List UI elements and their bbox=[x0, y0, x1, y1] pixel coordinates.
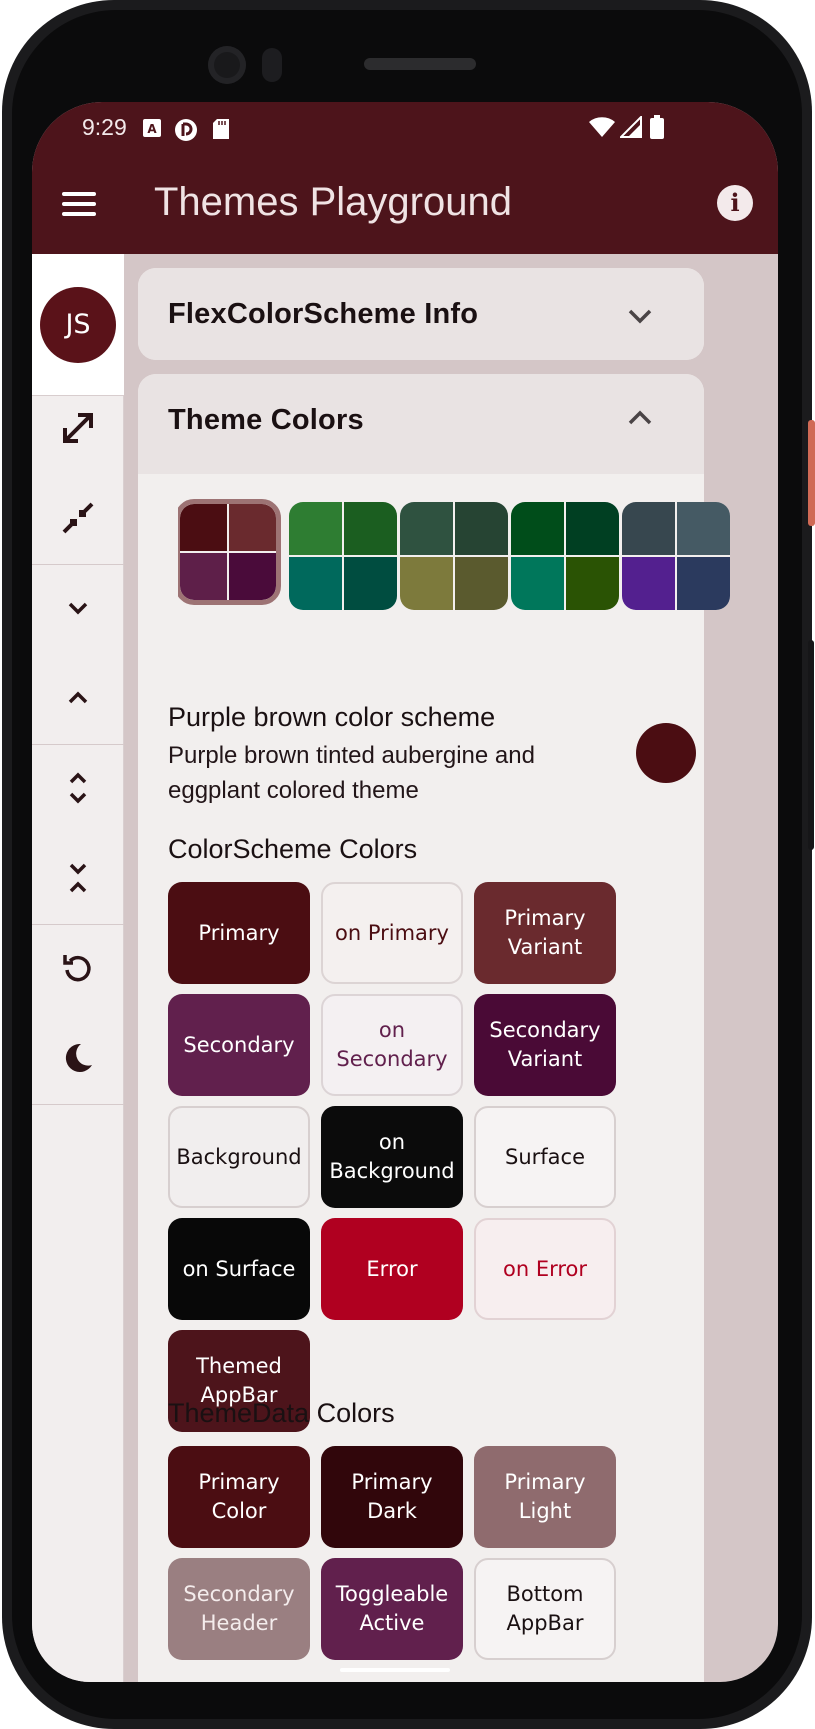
colorscheme-tile-on-primary[interactable]: on Primary bbox=[321, 882, 463, 984]
swatch-quadrant bbox=[677, 557, 730, 610]
swatch-quadrant bbox=[344, 502, 397, 555]
rail-header: JS bbox=[32, 254, 124, 396]
themedata-tile-primary-color[interactable]: Primary Color bbox=[168, 1446, 310, 1548]
info-panel-title: FlexColorScheme Info bbox=[168, 298, 479, 330]
expand-all-button[interactable] bbox=[32, 379, 124, 477]
unfold-more-button[interactable] bbox=[32, 739, 124, 837]
navigation-rail: JS bbox=[32, 254, 124, 1682]
themedata-section-title: ThemeData Colors bbox=[168, 1398, 395, 1428]
colorscheme-tile-on-error[interactable]: on Error bbox=[474, 1218, 616, 1320]
chevron-down-icon[interactable] bbox=[626, 302, 654, 330]
collapse-all-icon bbox=[62, 502, 94, 534]
top-app-bar: 9:29 A Themes Playground i bbox=[32, 102, 778, 254]
swatch-quadrant bbox=[289, 502, 342, 555]
swatch-quadrant bbox=[511, 502, 564, 555]
swatch-quadrant bbox=[180, 553, 227, 600]
proximity-sensor bbox=[262, 48, 282, 82]
themedata-tile-bottom-appbar[interactable]: Bottom AppBar bbox=[474, 1558, 616, 1660]
swatch-quadrant bbox=[622, 502, 675, 555]
reset-button[interactable] bbox=[32, 919, 124, 1017]
earpiece-speaker bbox=[364, 58, 476, 70]
chevron-up-icon bbox=[68, 691, 88, 704]
swatch-quadrant bbox=[455, 502, 508, 555]
swatch-quadrant bbox=[566, 502, 619, 555]
scheme-description: Purple brown tinted aubergine and eggpla… bbox=[168, 742, 535, 804]
dark-mode-icon bbox=[65, 1043, 92, 1072]
sd-card-icon bbox=[213, 119, 229, 139]
scheme-swatch[interactable] bbox=[289, 502, 397, 610]
collapse-next-button[interactable] bbox=[32, 559, 124, 657]
front-camera bbox=[208, 46, 246, 84]
swatch-quadrant bbox=[180, 504, 227, 551]
theme-colors-title: Theme Colors bbox=[168, 404, 364, 436]
home-indicator[interactable] bbox=[340, 1668, 450, 1672]
colorscheme-section-title: ColorScheme Colors bbox=[168, 834, 418, 864]
themedata-tile-primary-dark[interactable]: Primary Dark bbox=[321, 1446, 463, 1548]
scheme-swatch[interactable] bbox=[622, 502, 730, 610]
scheme-swatch[interactable] bbox=[400, 502, 508, 610]
colorscheme-tile-on-background[interactable]: on Background bbox=[321, 1106, 463, 1208]
colorscheme-tile-primary[interactable]: Primary bbox=[168, 882, 310, 984]
themedata-tile-toggleable-active[interactable]: Toggleable Active bbox=[321, 1558, 463, 1660]
chevron-up-icon[interactable] bbox=[626, 404, 654, 432]
wifi-icon bbox=[589, 117, 615, 137]
avatar[interactable]: JS bbox=[40, 287, 116, 363]
colorscheme-tile-on-surface[interactable]: on Surface bbox=[168, 1218, 310, 1320]
colorscheme-tile-on-secondary[interactable]: on Secondary bbox=[321, 994, 463, 1096]
unfold-less-button[interactable] bbox=[32, 829, 124, 927]
reset-icon bbox=[63, 955, 91, 982]
colorscheme-tile-secondary[interactable]: Secondary bbox=[168, 994, 310, 1096]
collapse-all-button[interactable] bbox=[32, 469, 124, 567]
status-time: 9:29 bbox=[82, 114, 127, 140]
chevron-down-icon bbox=[68, 602, 88, 615]
dark-mode-button[interactable] bbox=[32, 1009, 124, 1107]
daydream-icon bbox=[175, 119, 197, 141]
themedata-tile-primary-light[interactable]: Primary Light bbox=[474, 1446, 616, 1548]
swatch-quadrant bbox=[455, 557, 508, 610]
scheme-color-indicator bbox=[636, 723, 696, 783]
swatch-quadrant bbox=[677, 502, 730, 555]
swatch-quadrant bbox=[344, 557, 397, 610]
unfold-more-icon bbox=[69, 772, 87, 804]
unfold-less-icon bbox=[69, 863, 87, 893]
colorscheme-tile-secondary-variant[interactable]: Secondary Variant bbox=[474, 994, 616, 1096]
svg-text:A: A bbox=[147, 122, 157, 136]
battery-icon bbox=[650, 115, 664, 139]
info-icon[interactable]: i bbox=[717, 185, 753, 221]
volume-button bbox=[808, 640, 814, 850]
expand-previous-button[interactable] bbox=[32, 649, 124, 747]
swatch-quadrant bbox=[289, 557, 342, 610]
app-title: Themes Playground bbox=[154, 180, 512, 224]
menu-icon[interactable] bbox=[62, 192, 96, 216]
scheme-selector bbox=[178, 494, 732, 614]
power-button bbox=[808, 420, 815, 526]
signal-icon bbox=[620, 116, 642, 138]
info-panel[interactable]: FlexColorScheme Info bbox=[138, 268, 704, 360]
expand-all-icon bbox=[63, 413, 93, 443]
swatch-quadrant bbox=[400, 502, 453, 555]
info-panel-header[interactable]: FlexColorScheme Info bbox=[138, 268, 704, 360]
rail-divider bbox=[32, 1104, 124, 1105]
colorscheme-tile-primary-variant[interactable]: Primary Variant bbox=[474, 882, 616, 984]
swatch-quadrant bbox=[622, 557, 675, 610]
colorscheme-tile-background[interactable]: Background bbox=[168, 1106, 310, 1208]
swatch-quadrant bbox=[229, 504, 276, 551]
colorscheme-tile-surface[interactable]: Surface bbox=[474, 1106, 616, 1208]
themedata-tile-secondary-header[interactable]: Secondary Header bbox=[168, 1558, 310, 1660]
screen: 9:29 A Themes Playground i JS FlexColorS… bbox=[32, 102, 778, 1682]
swatch-quadrant bbox=[229, 553, 276, 600]
colorscheme-tile-error[interactable]: Error bbox=[321, 1218, 463, 1320]
swatch-quadrant bbox=[511, 557, 564, 610]
scheme-swatch[interactable] bbox=[178, 499, 281, 605]
scheme-swatch[interactable] bbox=[511, 502, 619, 610]
swatch-quadrant bbox=[400, 557, 453, 610]
scheme-name: Purple brown color scheme bbox=[168, 702, 496, 732]
swatch-quadrant bbox=[566, 557, 619, 610]
accessibility-icon: A bbox=[143, 119, 161, 137]
theme-colors-header[interactable]: Theme Colors bbox=[138, 374, 704, 474]
